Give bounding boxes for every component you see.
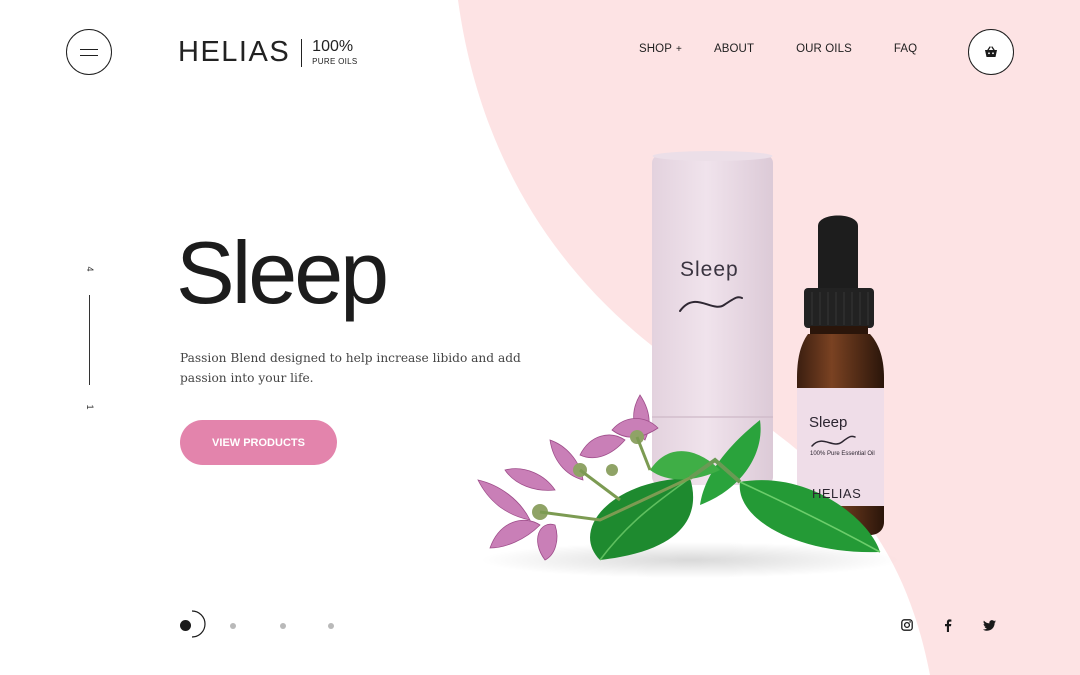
twitter-icon <box>982 619 996 631</box>
slider-dot-1[interactable] <box>180 620 191 631</box>
tube-label: Sleep <box>680 258 739 281</box>
menu-button[interactable] <box>66 29 112 75</box>
nav-item-label: FAQ <box>893 43 918 55</box>
main-nav: SHOP + ABOUT OUR OILS FAQ <box>639 43 917 55</box>
instagram-icon <box>901 619 913 631</box>
social-links <box>898 616 998 634</box>
bottle-label: Sleep <box>809 414 848 431</box>
hero-title: Sleep <box>176 223 389 322</box>
bottle-subtitle: 100% Pure Essential Oil <box>810 451 875 457</box>
logo-tag-big: 100% <box>312 38 354 55</box>
slide-counter-total: 4 <box>85 266 95 272</box>
logo-tag-small: PURE OILS <box>312 57 358 66</box>
nav-item-label: ABOUT <box>713 43 755 55</box>
hero-description: Passion Blend designed to help increase … <box>180 351 521 385</box>
bottle-brand: HELIAS <box>812 486 862 501</box>
slide-counter: 4 1 <box>80 262 100 414</box>
product-image <box>477 151 900 578</box>
view-products-button[interactable]: VIEW PRODUCTS <box>180 420 337 465</box>
slider-dot-3[interactable] <box>280 623 286 629</box>
facebook-link[interactable] <box>939 616 957 634</box>
nav-item-shop[interactable]: SHOP + <box>639 43 682 55</box>
slide-counter-current: 1 <box>85 404 95 410</box>
hamburger-icon <box>80 48 98 56</box>
facebook-icon <box>945 618 952 632</box>
logo-tagline: 100% PURE OILS <box>312 39 357 66</box>
nav-item-label: OUR OILS <box>796 43 852 55</box>
brand-name: HELIAS <box>178 36 291 68</box>
brand-logo[interactable]: HELIAS 100% PURE OILS <box>178 36 358 69</box>
slider-dot-4[interactable] <box>328 623 334 629</box>
basket-icon <box>985 46 997 57</box>
nav-item-label: SHOP <box>639 43 672 55</box>
nav-item-our-oils[interactable]: OUR OILS <box>796 43 852 55</box>
twitter-link[interactable] <box>980 616 998 634</box>
nav-item-about[interactable]: ABOUT <box>714 43 754 55</box>
logo-divider <box>301 38 303 67</box>
nav-item-faq[interactable]: FAQ <box>894 43 917 55</box>
plus-icon: + <box>676 43 682 55</box>
slide-counter-line <box>89 295 90 385</box>
cart-button[interactable] <box>968 29 1014 75</box>
slider-dot-2[interactable] <box>230 623 236 629</box>
slider-dots <box>172 608 347 642</box>
instagram-link[interactable] <box>898 616 916 634</box>
